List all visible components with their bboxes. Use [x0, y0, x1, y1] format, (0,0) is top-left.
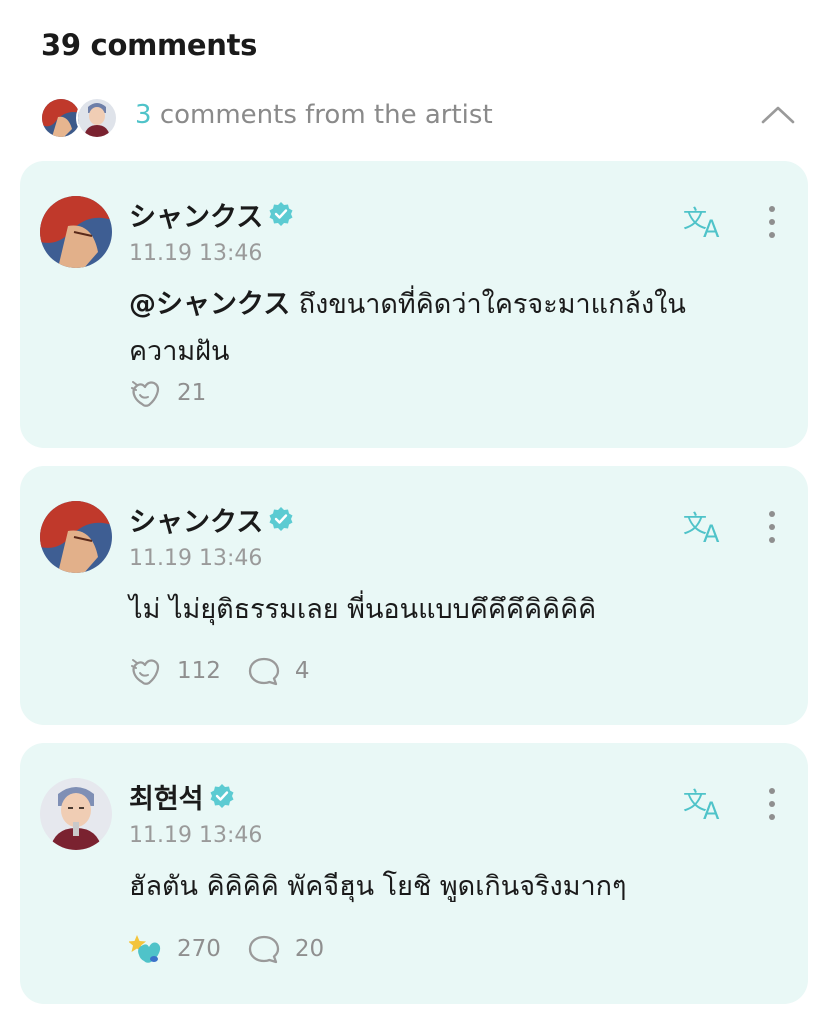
- comment-card: シャンクス 11.19 13:46 @シャンクス ถึงขนาดที่คิดว่…: [20, 161, 808, 448]
- comment-text: ไม่ ไม่ยุติธรรมเลย พี่นอนแบบคึคึคึคิคิคิ…: [129, 594, 597, 625]
- artist-comments-toggle[interactable]: 3 comments from the artist: [40, 96, 800, 139]
- speech-bubble-icon: [248, 935, 280, 964]
- comment-stats: 112 4: [129, 655, 336, 687]
- more-options-icon[interactable]: [762, 204, 782, 240]
- translate-icon[interactable]: 文 A: [683, 201, 727, 241]
- artist-comments-label: 3 comments from the artist: [135, 100, 493, 130]
- author-row: シャンクス: [129, 195, 294, 234]
- comment-card: 최현석 11.19 13:46 ฮัลตัน คิคิคิคิ พัคจีฮุน…: [20, 743, 808, 1004]
- svg-text:A: A: [703, 215, 720, 241]
- svg-text:A: A: [703, 520, 720, 546]
- heart-outline-icon: [131, 381, 160, 407]
- comment-text: ฮัลตัน คิคิคิคิ พัคจีฮุน โยชิ พูดเกินจริ…: [129, 871, 627, 902]
- reply-count: 20: [294, 936, 325, 962]
- reply-button[interactable]: 4: [247, 655, 310, 687]
- mention[interactable]: @シャンクス: [129, 289, 290, 320]
- verified-badge-icon: [269, 507, 293, 531]
- more-options-icon[interactable]: [762, 509, 782, 545]
- reaction-button[interactable]: 112: [129, 655, 221, 687]
- author-row: シャンクス: [129, 500, 294, 539]
- comment-text: @シャンクス ถึงขนาดที่คิดว่าใครจะมาแกล้งใน คว…: [129, 281, 749, 375]
- reaction-button[interactable]: 270: [129, 933, 221, 965]
- speech-bubble-icon: [248, 657, 280, 686]
- author-name[interactable]: シャンクス: [129, 500, 263, 539]
- translate-icon[interactable]: 文 A: [683, 783, 727, 823]
- reaction-count: 112: [177, 658, 221, 684]
- artist-avatars: [40, 96, 120, 139]
- colored-reaction-icon: [129, 935, 161, 963]
- artist-comments-text: comments from the artist: [159, 100, 493, 130]
- svg-text:A: A: [703, 797, 720, 823]
- comment-card: シャンクス 11.19 13:46 ไม่ ไม่ยุติธรรมเลย พี่…: [20, 466, 808, 725]
- avatar[interactable]: [40, 501, 112, 573]
- heart-outline-icon: [131, 659, 160, 685]
- verified-badge-icon: [210, 784, 234, 808]
- comment-time: 11.19 13:46: [129, 241, 263, 266]
- author-name[interactable]: シャンクス: [129, 195, 263, 234]
- more-options-icon[interactable]: [762, 786, 782, 822]
- author-name[interactable]: 최현석: [129, 777, 204, 816]
- comments-count-title: 39 comments: [41, 28, 258, 62]
- reply-count: 4: [294, 658, 310, 684]
- reaction-button[interactable]: 21: [129, 377, 206, 409]
- translate-icon[interactable]: 文 A: [683, 506, 727, 546]
- chevron-up-icon[interactable]: [760, 104, 796, 126]
- reply-button[interactable]: 20: [247, 933, 324, 965]
- verified-badge-icon: [269, 202, 293, 226]
- avatar[interactable]: [40, 778, 112, 850]
- artist-avatar-2: [76, 97, 118, 139]
- comment-time: 11.19 13:46: [129, 823, 263, 848]
- artist-comments-count: 3: [135, 100, 152, 130]
- comment-stats: 270 20: [129, 933, 350, 965]
- comment-time: 11.19 13:46: [129, 546, 263, 571]
- author-row: 최현석: [129, 777, 235, 816]
- avatar[interactable]: [40, 196, 112, 268]
- comment-stats: 21: [129, 377, 232, 409]
- reaction-count: 21: [177, 380, 207, 406]
- reaction-count: 270: [177, 936, 221, 962]
